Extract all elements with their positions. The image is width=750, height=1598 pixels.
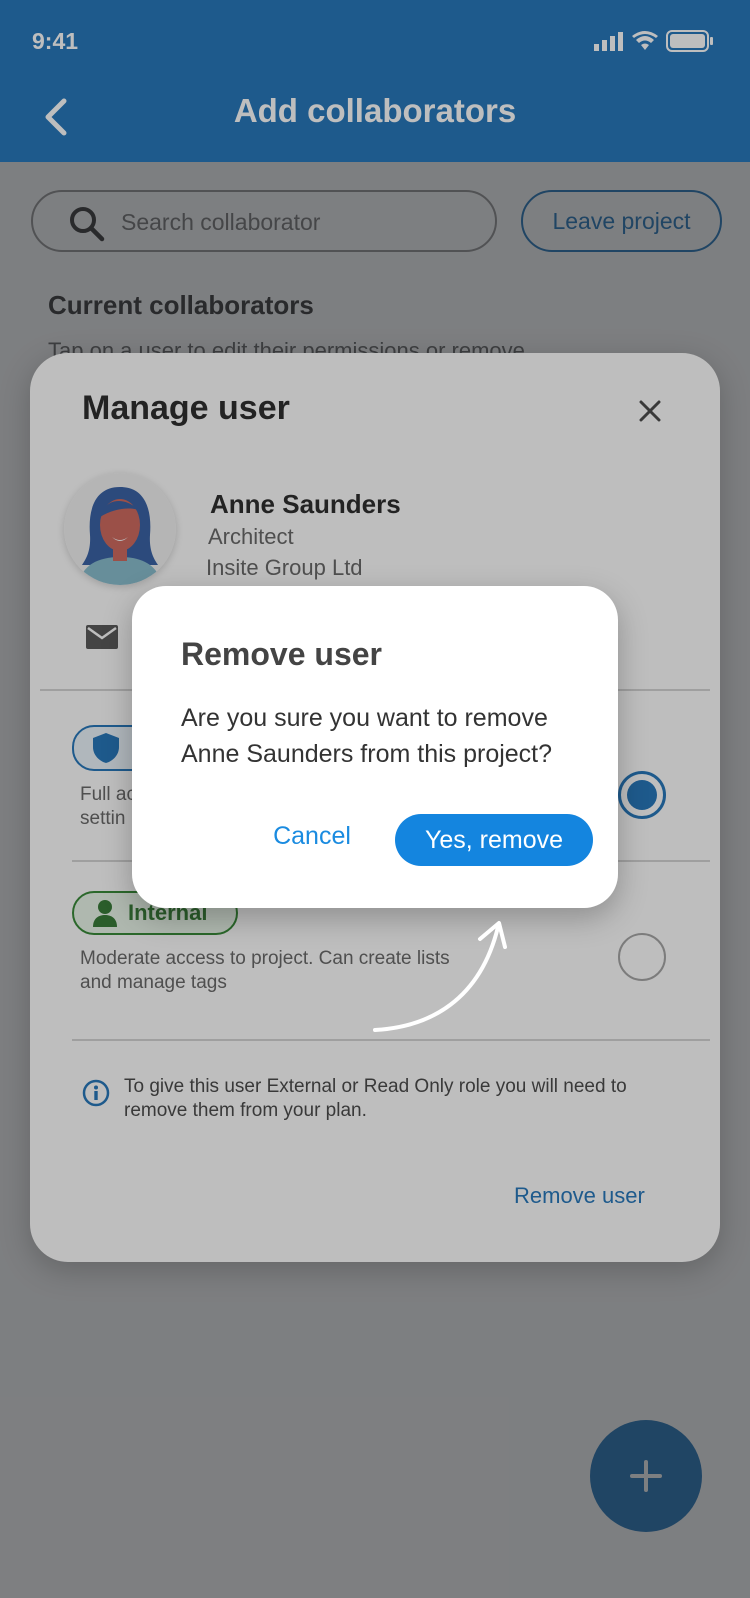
curved-arrow-annotation bbox=[373, 921, 507, 1032]
remove-user-dialog: Remove user Are you sure you want to rem… bbox=[132, 586, 618, 908]
dialog-message: Are you sure you want to remove Anne Sau… bbox=[181, 704, 553, 768]
confirm-remove-button[interactable]: Yes, remove bbox=[395, 814, 593, 866]
cancel-button[interactable]: Cancel bbox=[252, 812, 372, 860]
dialog-title: Remove user bbox=[181, 636, 382, 672]
